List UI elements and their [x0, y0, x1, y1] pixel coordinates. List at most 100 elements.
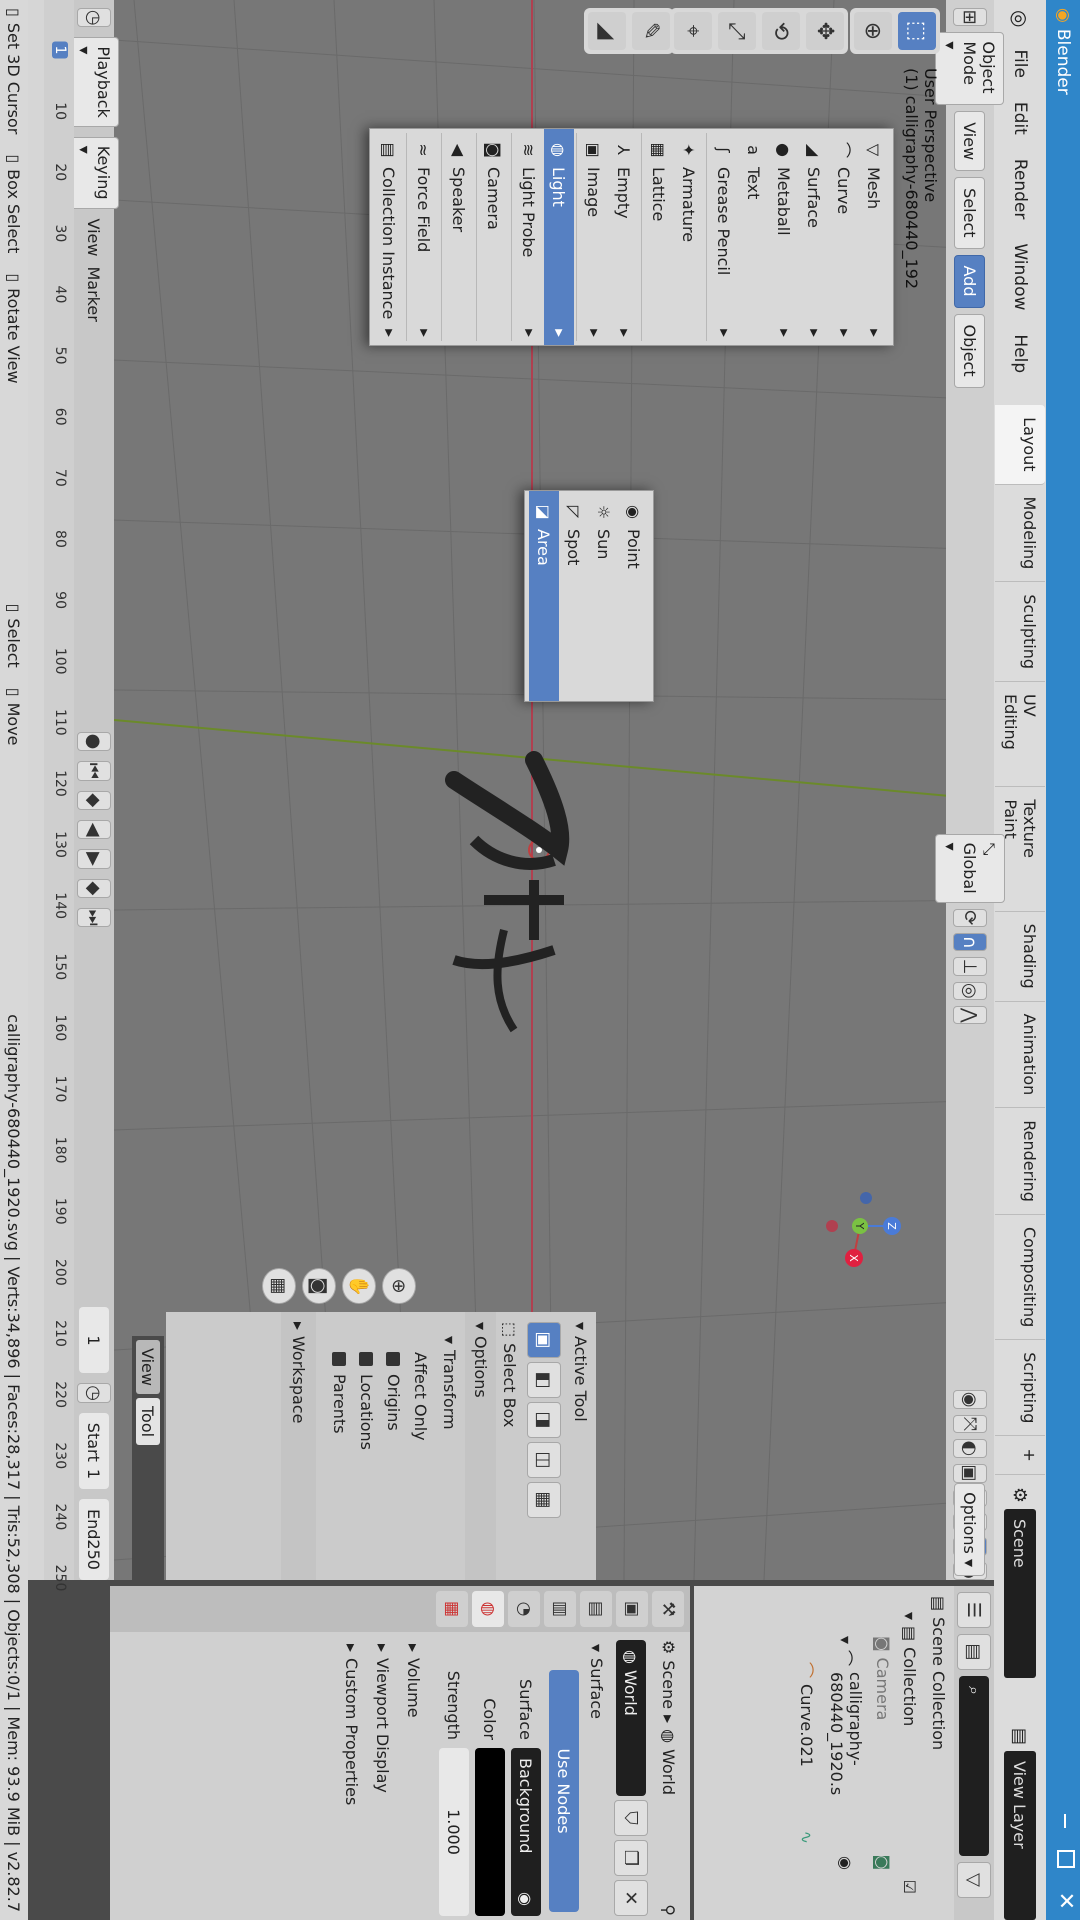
tab-rendering[interactable]: Rendering	[995, 1108, 1045, 1215]
add-menu-grease-pencil[interactable]: ʃ Grease Pencil ▶	[709, 129, 739, 345]
strength-field[interactable]: 1.000	[439, 1748, 469, 1916]
tab-compositing[interactable]: Compositing	[995, 1214, 1045, 1341]
pan-icon[interactable]: ✋	[342, 1268, 376, 1304]
tab-animation[interactable]: Animation	[995, 1001, 1045, 1109]
add-menu-surface[interactable]: ◢ Surface ▶	[799, 129, 829, 345]
light-point[interactable]: ◉ Point	[619, 491, 649, 701]
duplicate-icon[interactable]: ❐	[614, 1840, 648, 1876]
scene-properties-icon[interactable]: ◔	[508, 1591, 540, 1627]
parents-checkbox[interactable]	[332, 1352, 347, 1366]
pin-icon[interactable]: ⚲	[660, 1904, 679, 1916]
rotate-tool-icon[interactable]: ⟲	[762, 12, 800, 50]
volume-panel[interactable]: ▸ Volume	[398, 1640, 429, 1916]
maximize-icon[interactable]	[1057, 1850, 1075, 1868]
pivot-icon[interactable]: ⟳	[953, 908, 987, 928]
workspace-header[interactable]: ▸ Workspace	[281, 1312, 316, 1580]
tree-calligraphy-object[interactable]: ▾ ⌒ calligraphy-680440_1920.s ◉	[823, 1586, 869, 1920]
navigation-gizmo[interactable]: Z Y X	[810, 1176, 910, 1276]
add-menu-camera[interactable]: ◙ Camera	[479, 129, 509, 345]
add-menu-light-probe[interactable]: ≋ Light Probe ▶	[514, 129, 544, 345]
menu-file[interactable]: File	[1010, 37, 1030, 89]
play-reverse-icon[interactable]: ◀	[77, 819, 111, 840]
output-properties-icon[interactable]: ▤	[580, 1591, 612, 1627]
tree-scene-collection[interactable]: ▤ Scene Collection	[923, 1586, 954, 1920]
select-box-tool-icon[interactable]: ⬚	[898, 12, 936, 50]
timeline-marker-menu[interactable]: Marker	[85, 266, 104, 321]
jump-start-icon[interactable]: ⏮	[77, 761, 111, 781]
tab-layout[interactable]: Layout	[995, 405, 1045, 485]
editor-type-icon[interactable]: ⊞	[953, 8, 987, 27]
minimize-icon[interactable]	[1064, 1814, 1066, 1828]
tree-curve[interactable]: ⌒ Curve.021 ∿	[791, 1586, 823, 1920]
tab-tool[interactable]: Tool	[136, 1397, 160, 1446]
parents-row[interactable]: Parents	[326, 1312, 353, 1580]
scale-tool-icon[interactable]: ⤢	[718, 12, 756, 50]
light-spot[interactable]: ◸ Spot	[559, 491, 589, 701]
tree-collection[interactable]: ▾ ▤ Collection ☑	[896, 1586, 923, 1920]
custom-properties-panel[interactable]: ▸ Custom Properties	[336, 1640, 367, 1916]
end-frame-field[interactable]: End 250	[79, 1499, 109, 1580]
select-subtract-icon[interactable]: ◨	[527, 1402, 561, 1438]
locations-row[interactable]: Locations	[353, 1312, 380, 1580]
measure-tool-icon[interactable]: ◢	[588, 12, 626, 50]
outliner-type-icon[interactable]: ☰	[957, 1592, 991, 1628]
fake-user-icon[interactable]: ⛉	[614, 1800, 648, 1836]
origins-row[interactable]: Origins	[380, 1312, 407, 1580]
add-menu-armature[interactable]: ✦ Armature	[674, 129, 704, 345]
tab-sculpting[interactable]: Sculpting	[995, 582, 1045, 683]
scene-selector[interactable]: Scene	[1004, 1508, 1036, 1678]
options-header[interactable]: ▾ Options	[465, 1312, 496, 1580]
snap-icon[interactable]: ∩	[953, 933, 987, 952]
add-menu-mesh[interactable]: ▽ Mesh ▶	[859, 129, 889, 345]
select-extend-icon[interactable]: ◧	[527, 1362, 561, 1398]
checkbox-icon[interactable]: ☑	[900, 1880, 919, 1894]
display-mode-icon[interactable]: ▤	[957, 1634, 991, 1670]
camera-view-icon[interactable]: ◙	[302, 1268, 336, 1304]
jump-end-icon[interactable]: ⏭	[77, 908, 111, 928]
select-intersect-icon[interactable]: ▦	[527, 1482, 561, 1518]
view-layer-properties-icon[interactable]: ▥	[544, 1591, 576, 1627]
transform-header[interactable]: ▾ Transform	[434, 1312, 465, 1580]
proportional-edit-icon[interactable]: ◎	[953, 981, 987, 1001]
record-icon[interactable]: ●	[77, 731, 111, 752]
color-swatch[interactable]	[475, 1748, 505, 1916]
falloff-icon[interactable]: ⋀	[953, 1006, 987, 1025]
select-box-row[interactable]: ⬚ Select Box	[496, 1312, 523, 1580]
world-name-field[interactable]: ◍ World	[616, 1640, 646, 1796]
surface-header[interactable]: ▾ Surface	[579, 1640, 614, 1916]
eye-icon[interactable]: ◉	[837, 1856, 856, 1870]
unlink-icon[interactable]: ✕	[614, 1880, 648, 1916]
add-menu-metaball[interactable]: ● Metaball ▶	[769, 129, 799, 345]
active-tool-header[interactable]: ▾ Active Tool	[565, 1312, 596, 1580]
object-menu[interactable]: Object	[954, 313, 986, 388]
surface-shader-field[interactable]: Background ◉	[511, 1748, 541, 1916]
xray-icon[interactable]: ▣	[953, 1463, 987, 1483]
add-menu-lattice[interactable]: ▦ Lattice	[644, 129, 674, 345]
add-menu-text[interactable]: a Text	[739, 129, 769, 345]
move-tool-icon[interactable]: ✥	[806, 12, 844, 50]
overlay-icon[interactable]: ◐	[953, 1439, 987, 1458]
cursor-tool-icon[interactable]: ⊕	[854, 12, 892, 50]
close-icon[interactable]: ✕	[1053, 1892, 1078, 1910]
scene-icon[interactable]: ⚙	[1010, 1487, 1031, 1503]
select-new-icon[interactable]: ▣	[527, 1322, 561, 1358]
tab-shading[interactable]: Shading	[995, 911, 1045, 1002]
add-workspace-button[interactable]: +	[995, 1436, 1045, 1475]
view-menu[interactable]: View	[954, 111, 986, 172]
menu-edit[interactable]: Edit	[1010, 90, 1030, 147]
add-menu-curve[interactable]: ⌒ Curve ▶	[829, 129, 859, 345]
frame-ruler[interactable]: 1 10 20 30 40 50 60 70 80 90 100 110 120 130 140 150 160…	[44, 0, 74, 1591]
preview-range-icon[interactable]: ◷	[77, 1383, 111, 1403]
add-menu-collection-instance[interactable]: ▤ Collection Instance ▶	[374, 129, 404, 345]
add-menu-light[interactable]: ◍ Light ▶	[544, 129, 574, 345]
add-menu[interactable]: Add	[954, 254, 986, 308]
blender-menu-icon[interactable]: ◎	[1008, 0, 1032, 37]
options-dropdown[interactable]: Options ▾	[954, 1483, 986, 1576]
outliner-search-field[interactable]: ⌕	[959, 1676, 989, 1856]
use-nodes-button[interactable]: Use Nodes	[549, 1670, 579, 1912]
tool-properties-icon[interactable]: ⚒	[652, 1591, 684, 1627]
view-layer-icon[interactable]: ▤	[1010, 1728, 1031, 1745]
menu-help[interactable]: Help	[1010, 322, 1030, 385]
timeline-view-menu[interactable]: View	[85, 219, 104, 257]
visibility-icon[interactable]: ◉	[953, 1390, 987, 1409]
